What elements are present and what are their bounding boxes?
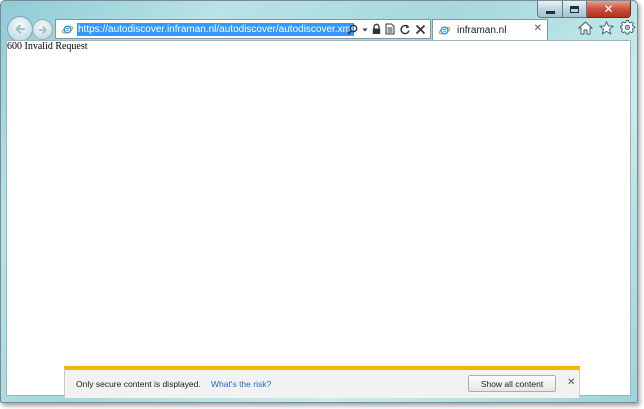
lock-icon[interactable]: [372, 23, 381, 35]
minimize-icon: [545, 10, 555, 14]
address-bar-icons: [347, 21, 426, 37]
address-bar[interactable]: https://autodiscover.inframan.nl/autodis…: [55, 19, 431, 39]
maximize-icon: [570, 5, 579, 13]
notification-message: Only secure content is displayed.: [76, 379, 201, 389]
back-arrow-icon: [15, 24, 25, 34]
toolbar-icons: [578, 20, 635, 35]
back-button[interactable]: [7, 16, 33, 42]
search-icon[interactable]: [347, 24, 358, 35]
screenshot: ✕ https://autodiscover.inframan.nl/autod…: [0, 0, 644, 409]
tab-inframan[interactable]: inframan.nl ✕: [432, 19, 548, 40]
tab-close-icon[interactable]: ✕: [534, 23, 542, 34]
star-icon[interactable]: [599, 20, 614, 35]
refresh-icon[interactable]: [399, 23, 411, 35]
close-icon: ✕: [603, 2, 614, 16]
notification-bar: Only secure content is displayed. What's…: [64, 366, 580, 398]
forward-arrow-icon: [38, 25, 47, 34]
minimize-button[interactable]: [537, 1, 563, 18]
compatibility-view-icon[interactable]: [385, 23, 395, 35]
dropdown-arrow-icon[interactable]: [362, 24, 368, 35]
tab-site-icon: [437, 23, 451, 37]
home-icon[interactable]: [578, 20, 593, 35]
notification-close-icon[interactable]: ✕: [567, 377, 575, 388]
address-url[interactable]: https://autodiscover.inframan.nl/autodis…: [77, 22, 355, 36]
forward-button[interactable]: [32, 19, 53, 40]
browser-window: ✕ https://autodiscover.inframan.nl/autod…: [0, 0, 638, 403]
gear-icon[interactable]: [620, 20, 635, 35]
error-message: 600 Invalid Request: [7, 41, 88, 52]
window-caption-buttons: ✕: [537, 1, 631, 19]
internet-explorer-icon: [60, 22, 74, 36]
page-content: 600 Invalid Request Only secure content …: [6, 40, 631, 398]
whats-the-risk-link[interactable]: What's the risk?: [211, 379, 271, 389]
show-all-content-button[interactable]: Show all content: [468, 375, 556, 392]
close-window-button[interactable]: ✕: [587, 1, 631, 18]
tab-label: inframan.nl: [457, 24, 507, 36]
maximize-button[interactable]: [563, 1, 587, 18]
stop-icon[interactable]: [415, 24, 426, 35]
